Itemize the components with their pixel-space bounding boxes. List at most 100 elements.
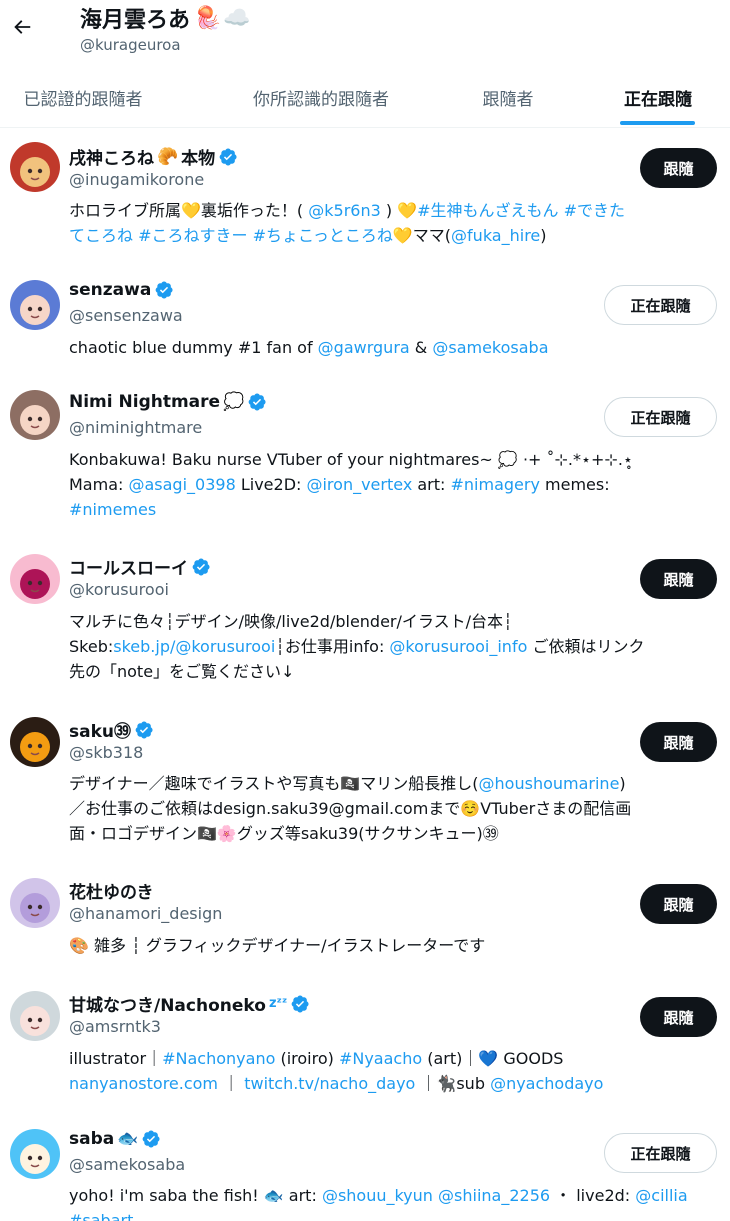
follow-button[interactable]: 跟隨	[640, 722, 717, 762]
bio-link[interactable]: skeb.jp/@korusurooi	[113, 637, 275, 656]
bio-text: マルチに色々┆デザイン/映像/live2d/blender/イラスト/台本┆	[69, 612, 513, 631]
back-button[interactable]	[8, 10, 36, 44]
tab-active-indicator	[620, 121, 695, 125]
user-name[interactable]: senzawa	[69, 280, 174, 300]
tab-followers[interactable]: 跟隨者	[462, 66, 554, 128]
user-name[interactable]: コールスローイ	[69, 554, 211, 579]
avatar[interactable]	[10, 280, 60, 330]
bio-text: デザイナー／趣味でイラストや写真も🏴‍☠️マリン船長推し(	[69, 774, 479, 793]
user-row[interactable]: 花杜ゆのき @hanamori_design 🎨 雑多 ┆ グラフィックデザイナー/…	[0, 866, 730, 979]
bio-link[interactable]: @korusurooi_info	[389, 637, 527, 656]
user-row[interactable]: senzawa @sensenzawa chaotic blue dummy #1 …	[0, 268, 730, 378]
bio-link[interactable]: @cillia	[635, 1186, 687, 1205]
bio-line: yoho! i'm saba the fish! 🐟 art: @shouu_k…	[69, 1183, 717, 1208]
tab-verified-followers[interactable]: 已認證的跟隨者	[0, 66, 166, 128]
bio-link[interactable]: #nimagery	[451, 475, 540, 494]
avatar[interactable]	[10, 390, 60, 440]
name-emoji-icon: 💭	[223, 392, 245, 412]
bio-link[interactable]: @samekosaba	[432, 338, 548, 357]
bio-link[interactable]: nanyanostore.com	[69, 1074, 218, 1093]
bio-link[interactable]: てころね #ころねすきー #ちょこっところね	[69, 226, 393, 245]
name-emoji-icon: zᶻᶻ	[268, 996, 288, 1011]
jellyfish-icon: 🪼	[194, 5, 222, 31]
user-name[interactable]: 花杜ゆのき	[69, 878, 154, 903]
user-bio: chaotic blue dummy #1 fan of @gawrgura &…	[69, 335, 717, 360]
user-name[interactable]: saba 🐟	[69, 1129, 161, 1149]
user-bio: 🎨 雑多 ┆ グラフィックデザイナー/イラストレーターです	[69, 933, 717, 958]
user-name-text: Nimi Nightmare	[69, 392, 221, 412]
bio-link[interactable]: @iron_vertex	[306, 475, 412, 494]
avatar[interactable]	[10, 1129, 60, 1179]
user-name[interactable]: 甘城なつき/Nachoneko zᶻᶻ	[69, 991, 310, 1016]
user-handle: @hanamori_design	[69, 904, 223, 923]
avatar[interactable]	[10, 717, 60, 767]
bio-text: Live2D:	[235, 475, 307, 494]
bio-text: art:	[412, 475, 451, 494]
user-name-text: 花杜ゆのき	[69, 883, 154, 903]
user-row[interactable]: コールスローイ @korusurooi マルチに色々┆デザイン/映像/live2d/…	[0, 540, 730, 705]
avatar[interactable]	[10, 554, 60, 604]
bio-link[interactable]: twitch.tv/nacho_dayo	[244, 1074, 415, 1093]
bio-text: &	[409, 338, 433, 357]
user-bio: デザイナー／趣味でイラストや写真も🏴‍☠️マリン船長推し(@houshoumar…	[69, 771, 717, 846]
bio-line: #sabart	[69, 1208, 717, 1221]
follow-button[interactable]: 跟隨	[640, 884, 717, 924]
bio-link[interactable]: @asagi_0398	[128, 475, 235, 494]
user-row[interactable]: 甘城なつき/Nachoneko zᶻᶻ @amsrntk3 illustrator｜#…	[0, 979, 730, 1117]
name-emoji-icon: 🥐	[157, 146, 179, 167]
bio-line: ホロライブ所属💛裏垢作った！( @k5r6n3 ) 💛#生神もんざえもん #でき…	[69, 198, 717, 223]
user-name[interactable]: 戌神ころね 🥐 本物	[69, 144, 238, 169]
name-emoji-icon: 🐟	[117, 1129, 139, 1149]
bio-link[interactable]: @shiina_2256	[438, 1186, 550, 1205]
tab-following[interactable]: 正在跟隨	[606, 66, 710, 128]
avatar[interactable]	[10, 991, 60, 1041]
user-handle: @inugamikorone	[69, 170, 205, 189]
bio-text: illustrator｜	[69, 1049, 163, 1068]
tab-followers-you-know[interactable]: 你所認識的跟隨者	[218, 66, 424, 128]
user-name-text: saku㊴	[69, 722, 131, 742]
verified-badge-icon	[219, 148, 237, 165]
bio-link[interactable]: @nyachodayo	[490, 1074, 603, 1093]
bio-line: マルチに色々┆デザイン/映像/live2d/blender/イラスト/台本┆	[69, 609, 717, 634]
bio-text: 先の「note」をご覧ください↓	[69, 662, 295, 681]
avatar[interactable]	[10, 878, 60, 928]
user-name-text: senzawa	[69, 280, 152, 300]
user-name-suffix: 本物	[181, 149, 216, 169]
user-name-text: 甘城なつき/Nachoneko	[69, 996, 266, 1016]
bio-link[interactable]: @k5r6n3	[308, 201, 381, 220]
following-button[interactable]: 正在跟隨	[604, 285, 717, 325]
bio-line: 🎨 雑多 ┆ グラフィックデザイナー/イラストレーターです	[69, 933, 717, 958]
user-row[interactable]: Nimi Nightmare 💭 @niminightmare Konbakuwa! …	[0, 378, 730, 540]
following-button[interactable]: 正在跟隨	[604, 1133, 717, 1173]
user-row[interactable]: 戌神ころね 🥐 本物 @inugamikorone ホロライブ所属💛裏垢作った！( @k…	[0, 128, 730, 268]
bio-link[interactable]: #nimemes	[69, 500, 156, 519]
follow-button[interactable]: 跟隨	[640, 559, 717, 599]
bio-link[interactable]: @houshoumarine	[479, 774, 620, 793]
bio-link[interactable]: @gawrgura	[318, 338, 410, 357]
user-name-text: 戌神ころね	[69, 149, 154, 169]
user-name[interactable]: Nimi Nightmare 💭	[69, 392, 267, 412]
bio-text: ・ live2d:	[550, 1186, 636, 1205]
verified-badge-icon	[291, 995, 309, 1012]
user-name[interactable]: saku㊴	[69, 717, 154, 742]
bio-link[interactable]: #Nachonyano	[162, 1049, 275, 1068]
bio-link[interactable]: @fuka_hire	[451, 226, 540, 245]
bio-line: 先の「note」をご覧ください↓	[69, 659, 717, 684]
user-handle: @sensenzawa	[69, 306, 183, 325]
arrow-left-icon	[14, 20, 31, 34]
bio-link[interactable]: @shouu_kyun	[322, 1186, 433, 1205]
bio-link[interactable]: #sabart	[69, 1211, 133, 1221]
follow-button[interactable]: 跟隨	[640, 148, 717, 188]
user-handle: @skb318	[69, 743, 144, 762]
bio-link[interactable]: #Nyaacho	[339, 1049, 422, 1068]
user-row[interactable]: saku㊴ @skb318 デザイナー／趣味でイラストや写真も🏴‍☠️マリン船長推し…	[0, 705, 730, 866]
bio-link[interactable]: #生神もんざえもん #できた	[417, 201, 625, 220]
follow-button[interactable]: 跟隨	[640, 997, 717, 1037]
user-row[interactable]: saba 🐟 @samekosaba yoho! i'm saba the fish!…	[0, 1117, 730, 1221]
following-button[interactable]: 正在跟隨	[604, 397, 717, 437]
user-handle: @amsrntk3	[69, 1017, 161, 1036]
bio-line: #nimemes	[69, 497, 717, 522]
tab-bar: 已認證的跟隨者 你所認識的跟隨者 跟隨者 正在跟隨	[0, 66, 730, 128]
bio-line: chaotic blue dummy #1 fan of @gawrgura &…	[69, 335, 717, 360]
avatar[interactable]	[10, 142, 60, 192]
